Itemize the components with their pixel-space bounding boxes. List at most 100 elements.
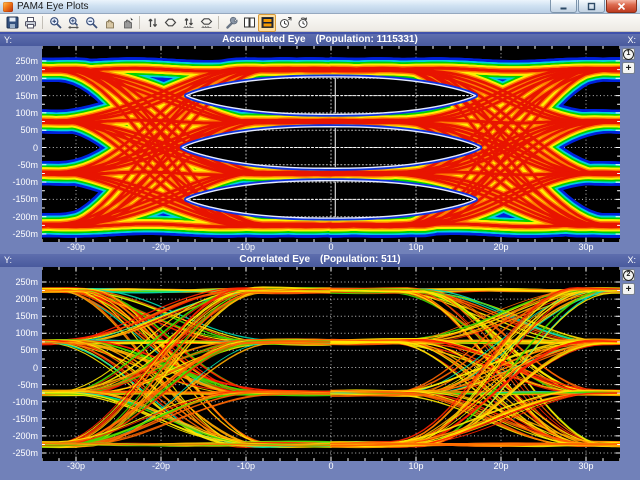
y-tick-label: 200m bbox=[0, 294, 38, 304]
x-axis-label: X: bbox=[627, 255, 636, 265]
app-window: PAM4 Eye Plots bbox=[0, 0, 640, 480]
x-tick-label: -10p bbox=[226, 242, 266, 252]
zoom-out-icon bbox=[85, 16, 98, 29]
y-tick-label: 100m bbox=[0, 108, 38, 118]
vertical-cursors-histogram-icon bbox=[182, 16, 195, 29]
layout-columns-button[interactable] bbox=[240, 14, 258, 32]
x-axis-label: X: bbox=[627, 35, 636, 45]
y-tick-label: 0 bbox=[0, 143, 38, 153]
eye-mask-button[interactable] bbox=[161, 14, 179, 32]
y-axis-gutter: 250m200m150m100m50m0-50m-100m-150m-200m-… bbox=[0, 267, 40, 461]
plot-side-buttons: 1 + bbox=[622, 48, 638, 76]
eye-mask-icon bbox=[164, 16, 177, 29]
x-tick-label: -20p bbox=[141, 461, 181, 471]
toolbar-separator bbox=[139, 16, 140, 29]
timer-2-button[interactable] bbox=[294, 14, 312, 32]
y-tick-label: -200m bbox=[0, 431, 38, 441]
accumulated-eye-header: Y: Accumulated Eye(Population: 1115331) … bbox=[0, 34, 640, 46]
axes-marker-button[interactable]: 1 bbox=[622, 48, 635, 60]
y-tick-label: -250m bbox=[0, 448, 38, 458]
print-icon bbox=[24, 16, 37, 29]
x-tick-label: 30p bbox=[566, 461, 606, 471]
close-button[interactable] bbox=[606, 0, 637, 13]
axes-number-icon: 2 bbox=[623, 270, 634, 281]
zoom-out-button[interactable] bbox=[82, 14, 100, 32]
zoom-in-button[interactable] bbox=[46, 14, 64, 32]
eye-mask-histogram-icon bbox=[200, 16, 213, 29]
data-cursor-button[interactable] bbox=[118, 14, 136, 32]
app-icon bbox=[3, 2, 13, 12]
x-tick-label: 0 bbox=[311, 242, 351, 252]
settings-button[interactable] bbox=[222, 14, 240, 32]
print-button[interactable] bbox=[21, 14, 39, 32]
x-tick-label: 10p bbox=[396, 242, 436, 252]
save-icon bbox=[6, 16, 19, 29]
population-label: (Population: 511) bbox=[320, 254, 401, 265]
y-tick-label: 200m bbox=[0, 73, 38, 83]
layout-columns-icon bbox=[243, 16, 256, 29]
vertical-cursors-histogram-button[interactable] bbox=[179, 14, 197, 32]
correlated-eye-plot[interactable] bbox=[42, 267, 620, 461]
y-tick-label: -100m bbox=[0, 397, 38, 407]
data-cursor-icon bbox=[121, 16, 134, 29]
minimize-button[interactable] bbox=[550, 0, 577, 13]
y-tick-label: 100m bbox=[0, 328, 38, 338]
y-tick-label: -50m bbox=[0, 160, 38, 170]
correlated-eye-row: 250m200m150m100m50m0-50m-100m-150m-200m-… bbox=[0, 267, 640, 461]
y-tick-label: 250m bbox=[0, 56, 38, 66]
x-tick-label: 20p bbox=[481, 242, 521, 252]
titlebar[interactable]: PAM4 Eye Plots bbox=[0, 0, 640, 14]
y-tick-label: -50m bbox=[0, 380, 38, 390]
x-axis-strip: -30p -20p -10p 0 10p 20p 30p bbox=[0, 242, 640, 254]
y-tick-label: 0 bbox=[0, 363, 38, 373]
x-tick-label: 10p bbox=[396, 461, 436, 471]
timer-1-button[interactable] bbox=[276, 14, 294, 32]
correlated-eye-header: Y: Correlated Eye(Population: 511) X: bbox=[0, 254, 640, 267]
vertical-cursors-icon bbox=[146, 16, 159, 29]
minimize-icon bbox=[559, 2, 568, 11]
client-area: Y: Accumulated Eye(Population: 1115331) … bbox=[0, 32, 640, 480]
add-cursor-button[interactable]: + bbox=[622, 62, 635, 74]
accumulated-eye-plot[interactable] bbox=[42, 46, 620, 242]
toolbar-separator bbox=[42, 16, 43, 29]
x-axis-strip: -30p-20p-10p010p20p30p bbox=[0, 461, 640, 473]
save-button[interactable] bbox=[3, 14, 21, 32]
y-axis-gutter: 250m200m150m100m50m0-50m-100m-150m-200m-… bbox=[0, 46, 40, 242]
accumulated-eye-row: 250m200m150m100m50m0-50m-100m-150m-200m-… bbox=[0, 46, 640, 242]
plot-title: Correlated Eye (Population: 511) bbox=[0, 254, 640, 265]
vertical-cursors-button[interactable] bbox=[143, 14, 161, 32]
close-icon bbox=[617, 2, 626, 11]
x-tick-label: 20p bbox=[481, 461, 521, 471]
x-tick-label: -30p bbox=[56, 242, 96, 252]
zoom-x-button[interactable] bbox=[64, 14, 82, 32]
axes-marker-button[interactable]: 2 bbox=[622, 269, 635, 281]
y-tick-label: -200m bbox=[0, 212, 38, 222]
y-tick-label: 150m bbox=[0, 311, 38, 321]
y-tick-label: 50m bbox=[0, 125, 38, 135]
layout-rows-icon bbox=[261, 16, 274, 29]
eye-mask-histogram-button[interactable] bbox=[197, 14, 215, 32]
maximize-icon bbox=[587, 2, 596, 11]
pan-hand-icon bbox=[103, 16, 116, 29]
timer-1-icon bbox=[279, 16, 292, 29]
pan-button[interactable] bbox=[100, 14, 118, 32]
y-tick-label: -250m bbox=[0, 229, 38, 239]
x-tick-label: 0 bbox=[311, 461, 351, 471]
add-cursor-button[interactable]: + bbox=[622, 283, 635, 295]
population-label: (Population: 1115331) bbox=[316, 34, 418, 45]
toolbar bbox=[0, 14, 640, 32]
plot-title-text: Correlated Eye bbox=[239, 254, 310, 265]
zoom-x-icon bbox=[67, 16, 80, 29]
y-tick-label: 50m bbox=[0, 345, 38, 355]
y-tick-label: -150m bbox=[0, 414, 38, 424]
y-tick-label: 150m bbox=[0, 91, 38, 101]
zoom-in-icon bbox=[49, 16, 62, 29]
x-tick-label: -20p bbox=[141, 242, 181, 252]
y-tick-label: -100m bbox=[0, 177, 38, 187]
plot-title: Accumulated Eye(Population: 1115331) bbox=[0, 34, 640, 45]
maximize-button[interactable] bbox=[578, 0, 605, 13]
x-tick-label: 30p bbox=[566, 242, 606, 252]
plot-side-buttons: 2 + bbox=[622, 269, 638, 297]
layout-rows-button[interactable] bbox=[258, 14, 276, 32]
x-tick-label: -30p bbox=[56, 461, 96, 471]
